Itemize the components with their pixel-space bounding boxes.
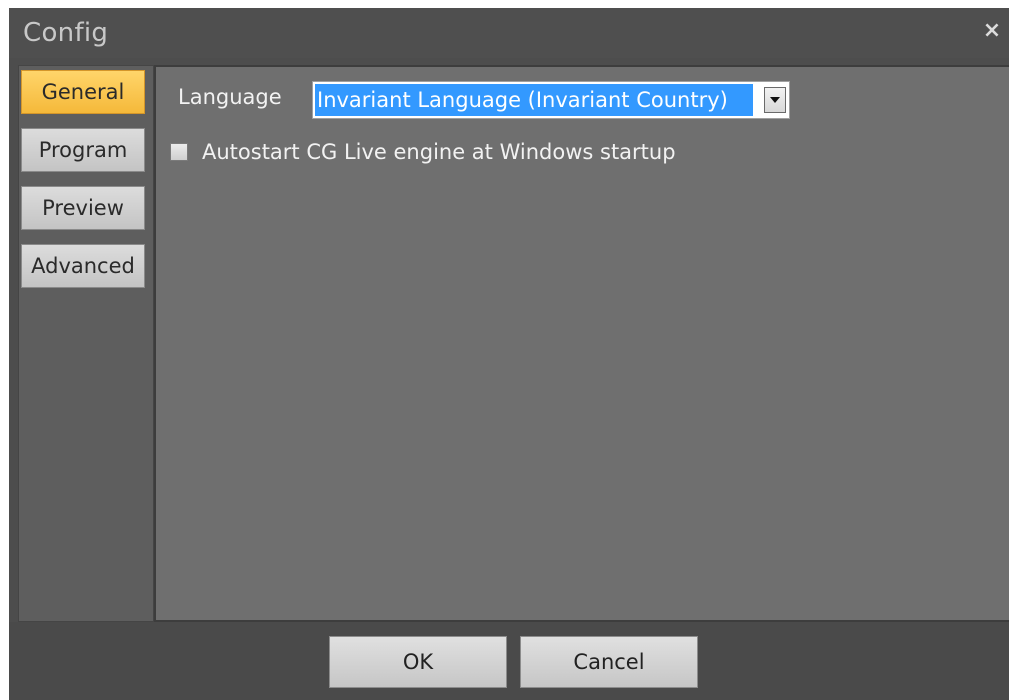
dialog-footer: OK Cancel	[9, 622, 1009, 700]
sidebar-item-program[interactable]: Program	[21, 128, 145, 172]
language-label: Language	[178, 85, 282, 109]
sidebar: General Program Preview Advanced	[18, 65, 154, 622]
chevron-down-icon	[770, 97, 780, 103]
general-settings-panel: Language Invariant Language (Invariant C…	[154, 65, 1009, 622]
dropdown-button[interactable]	[764, 87, 786, 113]
title-bar: Config ×	[9, 8, 1009, 58]
autostart-checkbox[interactable]	[170, 143, 188, 161]
config-dialog: Config × General Program Preview Advance…	[9, 8, 1009, 700]
language-select[interactable]: Invariant Language (Invariant Country)	[312, 81, 790, 119]
language-selected-value: Invariant Language (Invariant Country)	[315, 84, 753, 116]
close-icon[interactable]: ×	[981, 20, 1003, 42]
sidebar-item-preview[interactable]: Preview	[21, 186, 145, 230]
autostart-option[interactable]: Autostart CG Live engine at Windows star…	[170, 137, 676, 167]
sidebar-item-advanced[interactable]: Advanced	[21, 244, 145, 288]
cancel-button[interactable]: Cancel	[520, 636, 698, 688]
ok-button[interactable]: OK	[329, 636, 507, 688]
sidebar-item-general[interactable]: General	[21, 70, 145, 114]
dialog-title: Config	[23, 18, 109, 48]
autostart-label[interactable]: Autostart CG Live engine at Windows star…	[202, 140, 676, 164]
